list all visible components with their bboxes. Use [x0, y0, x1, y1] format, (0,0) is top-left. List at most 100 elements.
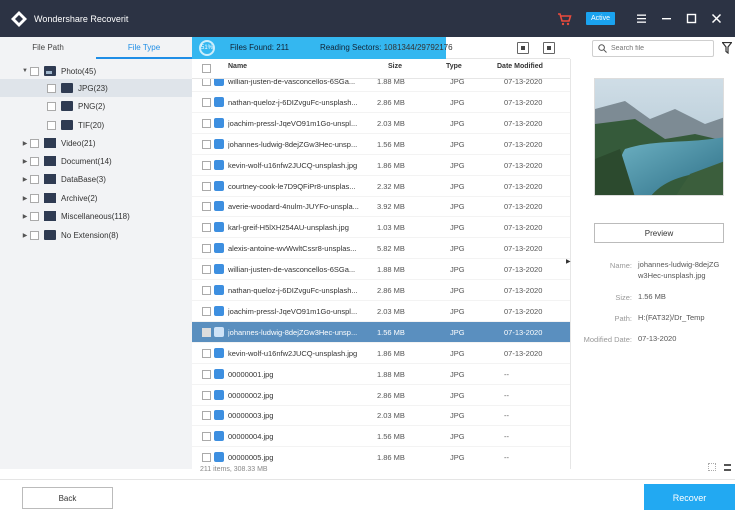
row-checkbox[interactable]: [202, 97, 211, 107]
row-checkbox[interactable]: [202, 139, 211, 149]
tree-item-archive[interactable]: ▶ Archive(2): [20, 189, 97, 207]
row-checkbox[interactable]: [202, 202, 211, 212]
table-row[interactable]: averie-woodard-4nulm-JUYFo-unspla... 3.92…: [192, 196, 570, 218]
table-row[interactable]: 00000001.jpg 1.88 MB JPG --: [192, 364, 570, 385]
file-list: willian-justen-de-vasconcellos-6SGa... 1.…: [192, 79, 570, 462]
misc-icon: [44, 211, 56, 221]
row-checkbox[interactable]: [202, 181, 211, 191]
row-checkbox[interactable]: [202, 327, 211, 337]
checkbox[interactable]: [47, 120, 56, 130]
table-row[interactable]: courtney-cook-le7D9QFiPr8-unsplas... 2.32…: [192, 176, 570, 197]
column-date-modified[interactable]: Date Modified: [497, 63, 543, 70]
grid-view-icon[interactable]: [708, 463, 716, 471]
table-row[interactable]: joachim-pressl-JqeVO91m1Go-unspl... 2.03 …: [192, 301, 570, 322]
checkbox[interactable]: [30, 66, 39, 76]
tree-item-photo[interactable]: ▼ Photo(45): [20, 62, 96, 80]
active-badge[interactable]: Active: [585, 12, 615, 25]
chevron-right-icon[interactable]: ▶: [20, 176, 30, 183]
row-checkbox[interactable]: [202, 160, 211, 170]
archive-icon: [44, 193, 56, 203]
chevron-right-icon[interactable]: ▶: [20, 195, 30, 202]
search-icon: [598, 44, 607, 53]
tree-item-document[interactable]: ▶ Document(14): [20, 152, 112, 170]
checkbox[interactable]: [30, 230, 39, 240]
filter-icon[interactable]: [721, 41, 733, 55]
tab-file-path[interactable]: File Path: [0, 37, 96, 59]
chevron-right-icon[interactable]: ▶: [20, 232, 30, 239]
table-row[interactable]: 00000003.jpg 2.03 MB JPG --: [192, 405, 570, 427]
row-checkbox[interactable]: [202, 348, 211, 358]
stop-button[interactable]: [543, 42, 555, 54]
menu-button[interactable]: [629, 9, 654, 29]
tree-item-database[interactable]: ▶ DataBase(3): [20, 170, 106, 188]
select-all-checkbox[interactable]: [202, 64, 211, 73]
row-checkbox[interactable]: [202, 411, 211, 421]
chevron-right-icon[interactable]: ▶: [20, 140, 30, 147]
chevron-right-icon[interactable]: ▶: [20, 158, 30, 165]
pause-button[interactable]: [517, 42, 529, 54]
collapse-arrow-icon[interactable]: ▶: [566, 258, 571, 265]
tab-file-type[interactable]: File Type: [96, 37, 192, 59]
back-button[interactable]: Back: [22, 487, 113, 509]
tree-item-tif[interactable]: TIF(20): [47, 116, 104, 134]
checkbox[interactable]: [30, 193, 39, 203]
tree-item-misc[interactable]: ▶ Miscellaneous(118): [20, 207, 130, 225]
chevron-right-icon[interactable]: ▶: [20, 213, 30, 220]
row-checkbox[interactable]: [202, 265, 211, 275]
search-input[interactable]: [611, 45, 706, 52]
checkbox[interactable]: [30, 174, 39, 184]
search-box[interactable]: [592, 40, 714, 57]
column-name[interactable]: Name: [228, 63, 247, 70]
table-row[interactable]: johannes-ludwig-8dejZGw3Hec-unsp... 1.56 …: [192, 321, 570, 343]
table-row[interactable]: alexis-antoine-wvWwltCssr8-unsplas... 5.8…: [192, 238, 570, 260]
checkbox[interactable]: [30, 211, 39, 221]
table-row[interactable]: joachim-pressl-JqeVO91m1Go-unspl... 2.03 …: [192, 113, 570, 134]
recover-button[interactable]: Recover: [644, 484, 735, 510]
table-row[interactable]: kevin-wolf-u16nfw2JUCQ-unsplash.jpg 1.86 …: [192, 343, 570, 364]
chevron-down-icon[interactable]: ▼: [20, 68, 30, 74]
cell-name: averie-woodard-4nulm-JUYFo-unspla...: [228, 202, 359, 212]
row-checkbox[interactable]: [202, 79, 211, 86]
table-row[interactable]: nathan-queloz-j-6DIZvguFc-unsplash... 2.8…: [192, 92, 570, 113]
checkbox[interactable]: [47, 101, 56, 111]
stop-icon: [547, 46, 551, 50]
table-row[interactable]: willian-justen-de-vasconcellos-6SGa... 1.…: [192, 259, 570, 281]
column-size[interactable]: Size: [388, 63, 402, 70]
row-checkbox[interactable]: [202, 306, 211, 316]
checkbox[interactable]: [30, 138, 39, 148]
close-button[interactable]: [704, 9, 729, 29]
table-row[interactable]: 00000004.jpg 1.56 MB JPG --: [192, 426, 570, 448]
row-checkbox[interactable]: [202, 223, 211, 233]
view-mode-icons: [708, 463, 731, 473]
cart-icon[interactable]: [556, 11, 572, 27]
minimize-button[interactable]: [654, 9, 679, 29]
table-row[interactable]: willian-justen-de-vasconcellos-6SGa... 1.…: [192, 79, 570, 92]
table-row[interactable]: karl-greif-H5lXH254AU-unsplash.jpg 1.03 M…: [192, 217, 570, 239]
table-row[interactable]: nathan-queloz-j-6DIZvguFc-unsplash... 2.8…: [192, 280, 570, 301]
row-checkbox[interactable]: [202, 432, 211, 442]
tree-item-no-extension[interactable]: ▶ No Extension(8): [20, 226, 118, 244]
row-checkbox[interactable]: [202, 390, 211, 400]
column-type[interactable]: Type: [446, 63, 462, 70]
list-view-icon[interactable]: [724, 464, 731, 471]
tree-item-jpg[interactable]: JPG(23): [0, 79, 192, 97]
table-row[interactable]: 00000002.jpg 2.86 MB JPG --: [192, 385, 570, 406]
row-checkbox[interactable]: [202, 244, 211, 254]
cell-size: 1.56 MB: [377, 139, 405, 149]
table-row[interactable]: kevin-wolf-u16nfw2JUCQ-unsplash.jpg 1.86 …: [192, 155, 570, 176]
cell-type: JPG: [450, 369, 465, 379]
preview-button[interactable]: Preview: [594, 223, 724, 243]
row-checkbox[interactable]: [202, 118, 211, 128]
tree-item-video[interactable]: ▶ Video(21): [20, 134, 96, 152]
row-checkbox[interactable]: [202, 453, 211, 462]
maximize-button[interactable]: [679, 9, 704, 29]
bottom-bar: Back Recover: [0, 479, 735, 510]
cell-type: JPG: [450, 139, 465, 149]
row-checkbox[interactable]: [202, 369, 211, 379]
tree-item-png[interactable]: PNG(2): [47, 97, 105, 115]
table-row[interactable]: johannes-ludwig-8dejZGw3Hec-unsp... 1.56 …: [192, 134, 570, 155]
row-checkbox[interactable]: [202, 286, 211, 295]
checkbox[interactable]: [47, 83, 56, 93]
checkbox[interactable]: [30, 156, 39, 166]
table-row[interactable]: 00000005.jpg 1.86 MB JPG --: [192, 447, 570, 462]
